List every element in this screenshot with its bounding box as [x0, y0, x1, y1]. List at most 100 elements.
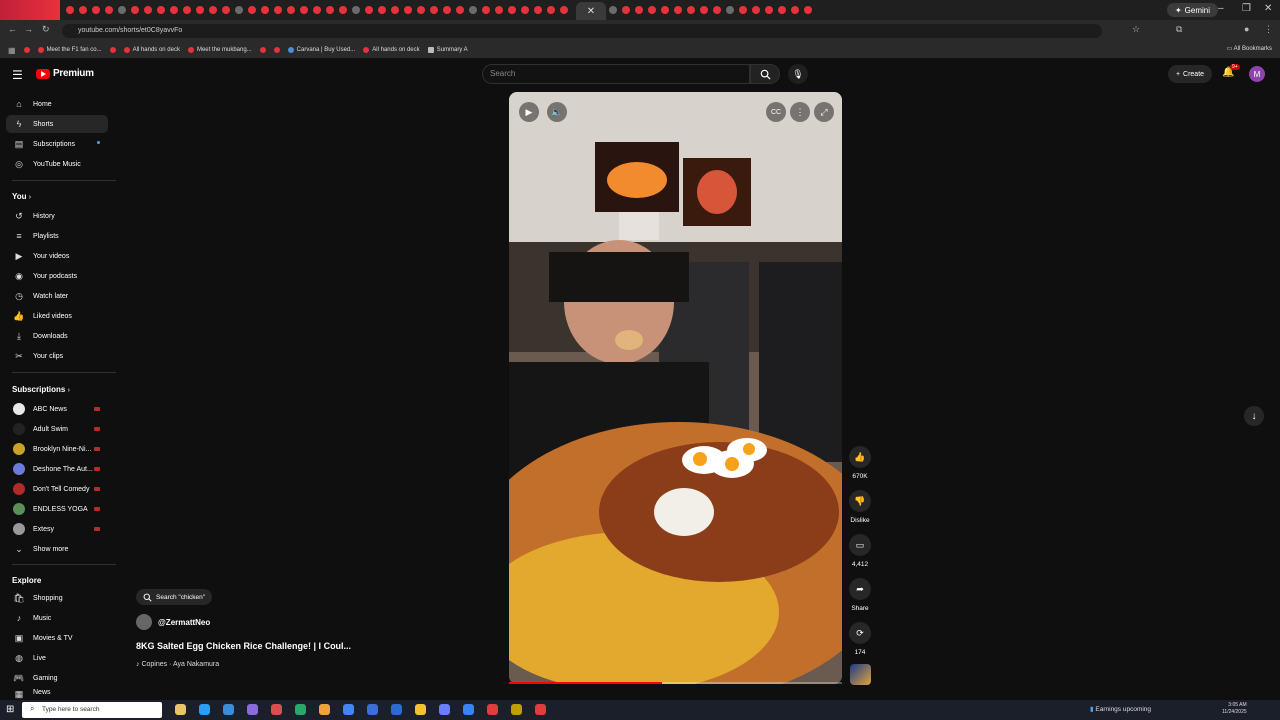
taskbar-app-icon[interactable]: [271, 704, 282, 715]
bookmark-star-icon[interactable]: ☆: [1132, 24, 1140, 35]
tab-favicon[interactable]: [365, 6, 373, 14]
taskbar-app-icon[interactable]: [295, 704, 306, 715]
taskbar-app-icon[interactable]: [343, 704, 354, 715]
tab-favicon[interactable]: [144, 6, 152, 14]
dislike-action[interactable]: 👎 Dislike: [848, 490, 872, 524]
bookmark-icon[interactable]: [109, 47, 116, 53]
tab-favicon[interactable]: [700, 6, 708, 14]
sidebar-item-your-podcasts[interactable]: ◉ Your podcasts: [6, 267, 108, 285]
bookmark-item[interactable]: Meet the mukbang...: [187, 47, 252, 53]
sidebar-item-shopping[interactable]: 🛍 Shopping: [6, 589, 108, 607]
earnings-widget[interactable]: ▮ Earnings upcoming: [1090, 705, 1151, 713]
tab-favicon[interactable]: [118, 6, 126, 14]
profile-icon[interactable]: ●: [1244, 24, 1249, 34]
mute-button[interactable]: 🔈: [547, 102, 567, 122]
search-input[interactable]: Search: [482, 64, 750, 84]
taskbar-app-icon[interactable]: [439, 704, 450, 715]
thumbs-up-icon[interactable]: 👍: [849, 446, 871, 468]
comment-icon[interactable]: ▭: [849, 534, 871, 556]
tab-favicon[interactable]: [339, 6, 347, 14]
tab-favicon[interactable]: [157, 6, 165, 14]
tab-favicon[interactable]: [765, 6, 773, 14]
tab-favicon[interactable]: [261, 6, 269, 14]
sidebar-item-subscriptions[interactable]: ▤ Subscriptions: [6, 135, 108, 153]
bookmark-icon[interactable]: [259, 47, 266, 53]
sidebar-item-youtube-music[interactable]: ◎ YouTube Music: [6, 155, 108, 173]
remix-action[interactable]: ⟳ 174: [848, 622, 872, 656]
tab-favicon[interactable]: [791, 6, 799, 14]
tab-favicon[interactable]: [235, 6, 243, 14]
sidebar-item-liked-videos[interactable]: 👍 Liked videos: [6, 307, 108, 325]
tab-favicon[interactable]: [560, 6, 568, 14]
url-field[interactable]: youtube.com/shorts/et0C8yavvFo: [62, 24, 1102, 38]
gemini-button[interactable]: ✦ Gemini: [1166, 3, 1218, 17]
bookmark-icon[interactable]: [23, 47, 30, 53]
tab-favicon[interactable]: [547, 6, 555, 14]
you-section-heading[interactable]: You ›: [12, 192, 31, 201]
taskbar-app-icon[interactable]: [415, 704, 426, 715]
apps-grid-icon[interactable]: ▦: [8, 46, 16, 55]
create-button[interactable]: + Create: [1168, 65, 1212, 83]
sound-thumbnail[interactable]: [850, 664, 871, 685]
voice-search-button[interactable]: 🎙: [788, 64, 808, 84]
tab-favicon[interactable]: [804, 6, 812, 14]
youtube-premium-logo[interactable]: Premium: [36, 68, 94, 79]
sidebar-item-playlists[interactable]: ≡ Playlists: [6, 227, 108, 245]
tab-favicon[interactable]: [469, 6, 477, 14]
tab-favicon[interactable]: [274, 6, 282, 14]
account-avatar[interactable]: M: [1249, 66, 1265, 82]
sidebar-item-your-videos[interactable]: ▶ Your videos: [6, 247, 108, 265]
taskbar-app-icon[interactable]: [391, 704, 402, 715]
captions-button[interactable]: CC: [766, 102, 786, 122]
taskbar-app-icon[interactable]: [319, 704, 330, 715]
tab-favicon[interactable]: [648, 6, 656, 14]
forward-icon[interactable]: →: [24, 24, 33, 34]
tab-favicon[interactable]: [443, 6, 451, 14]
sidebar-item-music[interactable]: ♪ Music: [6, 609, 108, 627]
sidebar-item-downloads[interactable]: ⤓ Downloads: [6, 327, 108, 345]
bookmark-item[interactable]: Summary A: [427, 47, 468, 53]
channel-name[interactable]: @ZermattNeo: [158, 618, 210, 627]
share-action[interactable]: ➦ Share: [848, 578, 872, 612]
taskbar-app-icon[interactable]: [463, 704, 474, 715]
tab-favicon[interactable]: [661, 6, 669, 14]
back-icon[interactable]: ←: [8, 24, 17, 34]
tab-favicon[interactable]: [752, 6, 760, 14]
tab-favicon[interactable]: [417, 6, 425, 14]
hamburger-menu-icon[interactable]: ☰: [12, 68, 23, 82]
all-bookmarks-button[interactable]: ▭ All Bookmarks: [1227, 45, 1272, 52]
tab-favicon[interactable]: [739, 6, 747, 14]
tab-favicon[interactable]: [456, 6, 464, 14]
close-icon[interactable]: ✕: [1264, 3, 1272, 14]
bookmark-item[interactable]: All hands on deck: [123, 47, 180, 53]
tab-favicon[interactable]: [79, 6, 87, 14]
tab-favicon[interactable]: [635, 6, 643, 14]
show-more-button[interactable]: ⌄ Show more: [6, 540, 108, 558]
sidebar-item-your-clips[interactable]: ✂ Your clips: [6, 347, 108, 365]
tab-favicon[interactable]: [313, 6, 321, 14]
more-options-button[interactable]: ⋮: [790, 102, 810, 122]
sidebar-item-history[interactable]: ↺ History: [6, 207, 108, 225]
video-progress-bar[interactable]: [509, 682, 842, 684]
sidebar-subscription-item[interactable]: Extesy: [6, 520, 108, 538]
play-button[interactable]: ▶: [519, 102, 539, 122]
taskbar-app-icon[interactable]: [223, 704, 234, 715]
tab-favicon[interactable]: [105, 6, 113, 14]
music-attribution[interactable]: ♪ Copines · Aya Nakamura: [136, 661, 219, 668]
shorts-video-player[interactable]: ▶ 🔈 CC ⋮ ⤢: [509, 92, 842, 684]
extensions-icon[interactable]: ⧉: [1176, 24, 1182, 35]
sidebar-item-watch-later[interactable]: ◷ Watch later: [6, 287, 108, 305]
active-tab[interactable]: ✕: [576, 2, 606, 20]
tab-favicon[interactable]: [534, 6, 542, 14]
tab-favicon[interactable]: [170, 6, 178, 14]
thumbs-down-icon[interactable]: 👎: [849, 490, 871, 512]
tab-favicon[interactable]: [183, 6, 191, 14]
taskbar-clock[interactable]: 3:05 AM 11/24/2025: [1222, 702, 1247, 716]
tab-favicon[interactable]: [404, 6, 412, 14]
subscriptions-section-heading[interactable]: Subscriptions ›: [12, 385, 70, 394]
tab-favicon[interactable]: [391, 6, 399, 14]
tab-favicon[interactable]: [687, 6, 695, 14]
tab-favicon[interactable]: [508, 6, 516, 14]
tab-favicon[interactable]: [726, 6, 734, 14]
taskbar-app-icon[interactable]: [367, 704, 378, 715]
